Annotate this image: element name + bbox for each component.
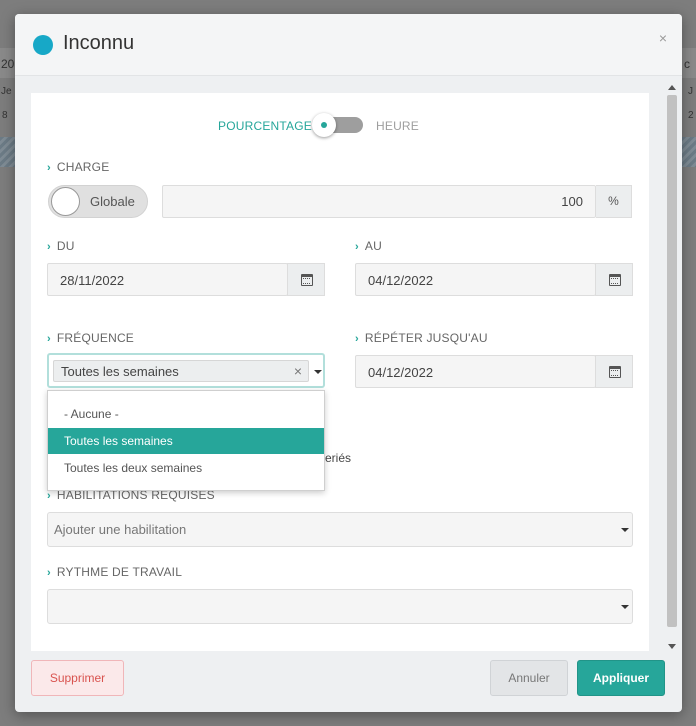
- frequency-selected-value: Toutes les semaines: [61, 364, 179, 379]
- globale-toggle-knob: [51, 187, 80, 216]
- chevron-right-icon: ›: [47, 241, 51, 253]
- charge-unit-addon: %: [596, 185, 632, 218]
- work-rhythm-select[interactable]: [47, 589, 633, 624]
- dialog-title: Inconnu: [63, 32, 135, 54]
- close-icon[interactable]: ×: [659, 30, 667, 46]
- background-hatch-left: [0, 137, 15, 167]
- status-dot-icon: [33, 35, 53, 55]
- calendar-icon: [609, 366, 621, 378]
- calendar-icon: [301, 274, 313, 286]
- hidden-option-text: eriés: [325, 451, 352, 465]
- dropdown-option-none[interactable]: - Aucune -: [48, 401, 324, 427]
- charge-value-input[interactable]: 100: [162, 185, 596, 218]
- repeat-until-date-input[interactable]: 04/12/2022: [355, 355, 596, 388]
- dialog-header: Inconnu ×: [15, 14, 682, 76]
- edit-dialog: Inconnu × POURCENTAGE HEURE › CHARGE Glob…: [15, 14, 682, 712]
- frequency-dropdown-menu: - Aucune - Toutes les semaines Toutes le…: [47, 390, 325, 491]
- background-fragment: Je: [1, 86, 12, 97]
- scroll-thumb[interactable]: [667, 95, 677, 627]
- chevron-right-icon: ›: [47, 162, 51, 174]
- habilitations-select[interactable]: Ajouter une habilitation: [47, 512, 633, 547]
- au-section-label: › AU: [355, 239, 382, 253]
- dialog-scrollbar[interactable]: [665, 83, 679, 651]
- end-date-picker-button[interactable]: [595, 263, 633, 296]
- chevron-right-icon: ›: [47, 333, 51, 345]
- charge-section-label: › CHARGE: [47, 160, 109, 174]
- end-date-input[interactable]: 04/12/2022: [355, 263, 596, 296]
- du-section-label: › DU: [47, 239, 75, 253]
- scroll-down-arrow-icon[interactable]: [668, 644, 676, 649]
- frequence-section-label: › FRÉQUENCE: [47, 331, 134, 345]
- dropdown-option-weekly[interactable]: Toutes les semaines: [48, 428, 324, 454]
- rythme-label: RYTHME DE TRAVAIL: [56, 565, 183, 579]
- start-date-input[interactable]: 28/11/2022: [47, 263, 288, 296]
- background-hatch-right: [682, 137, 696, 167]
- chevron-down-icon[interactable]: [314, 370, 322, 374]
- frequency-select[interactable]: Toutes les semaines ×: [47, 353, 325, 388]
- habilitations-placeholder: Ajouter une habilitation: [54, 522, 187, 537]
- delete-button[interactable]: Supprimer: [31, 660, 124, 696]
- globale-label: Globale: [90, 194, 135, 209]
- dropdown-option-biweekly[interactable]: Toutes les deux semaines: [48, 455, 324, 481]
- apply-button[interactable]: Appliquer: [577, 660, 665, 696]
- chevron-right-icon: ›: [355, 241, 359, 253]
- hour-mode-label[interactable]: HEURE: [376, 119, 419, 133]
- chevron-right-icon: ›: [47, 490, 51, 502]
- globale-toggle[interactable]: Globale: [48, 185, 148, 218]
- background-fragment: 8: [2, 110, 8, 121]
- percentage-mode-label[interactable]: POURCENTAGE: [218, 119, 312, 133]
- clear-selection-icon[interactable]: ×: [294, 363, 302, 379]
- repeter-section-label: › RÉPÉTER JUSQU'AU: [355, 331, 488, 345]
- repeat-until-date-picker-button[interactable]: [595, 355, 633, 388]
- chevron-down-icon[interactable]: [621, 528, 629, 532]
- au-label: AU: [364, 239, 382, 253]
- background-fragment: J: [688, 86, 693, 97]
- background-fragment: 2: [688, 110, 694, 121]
- scroll-up-arrow-icon[interactable]: [668, 85, 676, 90]
- frequency-selected-tag: Toutes les semaines ×: [53, 360, 309, 382]
- cancel-button[interactable]: Annuler: [490, 660, 568, 696]
- rythme-section-label: › RYTHME DE TRAVAIL: [47, 565, 182, 579]
- chevron-right-icon: ›: [355, 333, 359, 345]
- mode-switch-knob[interactable]: [312, 113, 336, 137]
- chevron-right-icon: ›: [47, 567, 51, 579]
- du-label: DU: [56, 239, 75, 253]
- calendar-icon: [609, 274, 621, 286]
- charge-label: CHARGE: [56, 160, 110, 174]
- repeter-label: RÉPÉTER JUSQU'AU: [364, 331, 488, 345]
- chevron-down-icon[interactable]: [621, 605, 629, 609]
- frequence-label: FRÉQUENCE: [56, 331, 135, 345]
- background-fragment: 20: [1, 57, 15, 71]
- background-fragment: c: [684, 57, 690, 71]
- start-date-picker-button[interactable]: [287, 263, 325, 296]
